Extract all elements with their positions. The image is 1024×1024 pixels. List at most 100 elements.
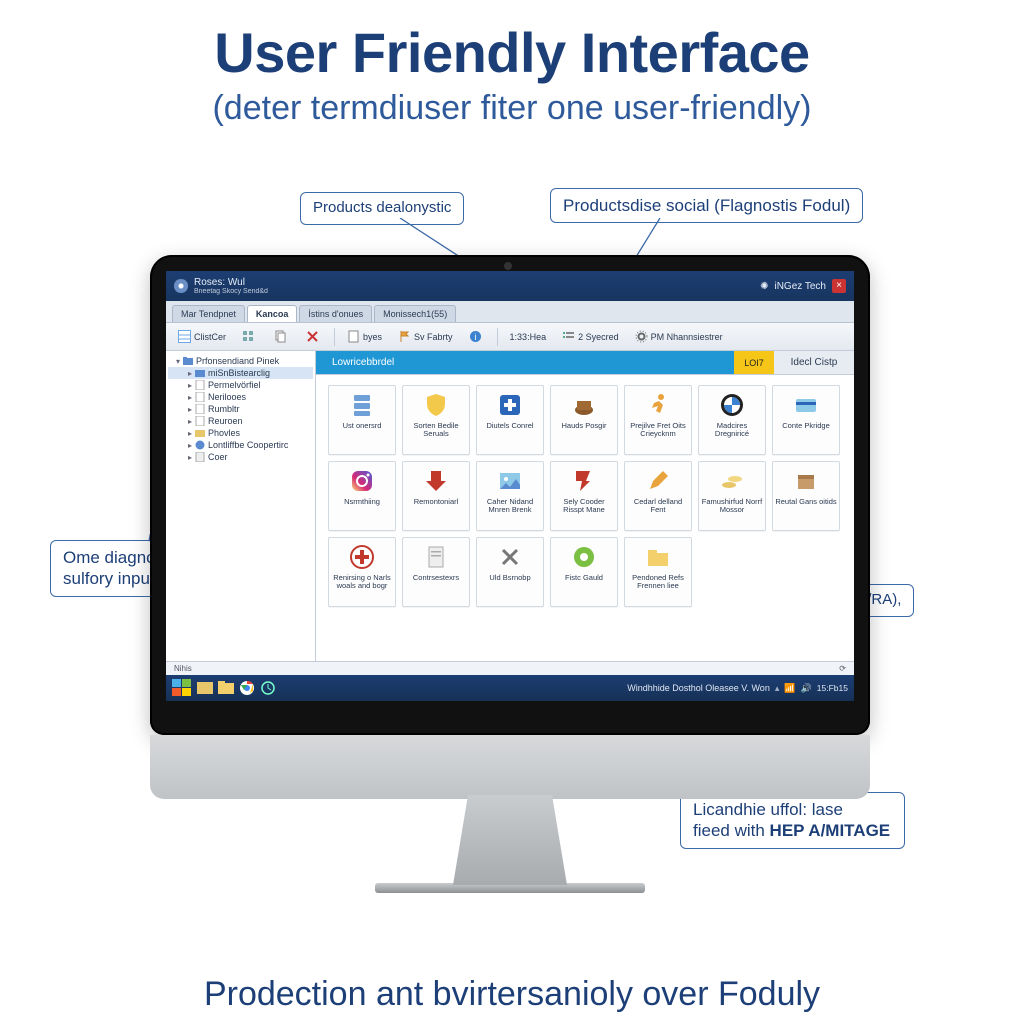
page-footer: Prodection ant bvirtersanioly over Fodul… — [0, 975, 1024, 1014]
card-label: Uld Bsrnobp — [489, 574, 530, 582]
app-card[interactable]: Renirsing o Narls woals and bogr — [328, 537, 396, 607]
app-card[interactable]: Fistc Gauld — [550, 537, 618, 607]
app-card[interactable]: Hauds Posgir — [550, 385, 618, 455]
app-card[interactable]: Contrsestexrs — [402, 537, 470, 607]
wifi-icon[interactable]: 📶 — [784, 683, 795, 694]
chrome-icon[interactable] — [239, 680, 255, 696]
app-tab[interactable]: İstins d'onues — [299, 305, 372, 322]
app-logo-icon — [174, 279, 188, 293]
bmw-icon — [718, 391, 746, 419]
tree-item[interactable]: ▸Nerilooes — [168, 391, 313, 403]
page-title: User Friendly Interface — [0, 20, 1024, 85]
app-tabbar: Mar TendpnetKancoaİstins d'onuesMonissec… — [166, 301, 854, 323]
toolbar-button[interactable]: ClistCer — [172, 327, 232, 346]
app-card[interactable]: Cedarl delland Fent — [624, 461, 692, 531]
volume-icon[interactable]: 🔊 — [801, 683, 812, 694]
page-subtitle: (deter termdiuser fiter one user-friendl… — [0, 89, 1024, 128]
app-card[interactable]: Prejilve Fret Oits Crieycknm — [624, 385, 692, 455]
refresh-icon[interactable]: ⟳ — [839, 664, 846, 673]
toolbar-button[interactable] — [268, 327, 296, 346]
main-tab-badge[interactable]: LOI7 — [734, 351, 774, 374]
app-card[interactable]: Remontoniarl — [402, 461, 470, 531]
app-tab[interactable]: Mar Tendpnet — [172, 305, 245, 322]
main-panel: Lowricebbrdel LOI7 Idecl Cistp Ust oners… — [316, 351, 854, 661]
app-tab[interactable]: Monissech1(55) — [374, 305, 456, 322]
app-card[interactable]: Conte Pkridge — [772, 385, 840, 455]
card-icon — [792, 391, 820, 419]
folder-y-icon — [644, 543, 672, 571]
main-tab-secondary[interactable]: Idecl Cistp — [774, 351, 854, 374]
taskbar-status-text: Windhhide Dosthol Oleasee V. Won — [627, 683, 770, 693]
tree-item[interactable]: ▸Lontliffbe Coopertirc — [168, 439, 313, 451]
app-tab[interactable]: Kancoa — [247, 305, 298, 322]
app-card[interactable]: Pendoned Refs Frennen liee — [624, 537, 692, 607]
tree-item[interactable]: ▸Permelvörfiel — [168, 379, 313, 391]
doc-icon — [195, 392, 205, 402]
webcam-icon — [504, 262, 512, 270]
insta-icon — [348, 467, 376, 495]
app-card[interactable]: Sely Cooder Risspt Mane — [550, 461, 618, 531]
main-tab-primary[interactable]: Lowricebbrdel — [316, 351, 734, 374]
runner-icon — [644, 391, 672, 419]
card-label: Conte Pkridge — [782, 422, 830, 430]
windows-taskbar: Windhhide Dosthol Oleasee V. Won ▴ 📶 🔊 1… — [166, 675, 854, 701]
app-card[interactable]: Diutels Conrel — [476, 385, 544, 455]
explorer-icon[interactable] — [197, 680, 213, 696]
coins-icon — [718, 467, 746, 495]
pen-icon — [644, 467, 672, 495]
toolbar-button[interactable] — [236, 327, 264, 346]
card-label: Renirsing o Narls woals and bogr — [331, 574, 393, 591]
tree-root[interactable]: ▾ Prfonsendiand Pinek — [168, 355, 313, 367]
app-screen: Roses: Wul Bneetag Skocy Send&d ✺ iNGez … — [166, 271, 854, 701]
tree-item[interactable]: ▸Reuroen — [168, 415, 313, 427]
folder-icon[interactable] — [218, 680, 234, 696]
toolbar-button[interactable]: PM Nhannsiestrer — [629, 327, 729, 346]
doc-g-icon — [422, 543, 450, 571]
app-card[interactable]: Caher Nidand Mnren Brenk — [476, 461, 544, 531]
page-icon — [195, 452, 205, 462]
arrow-red-icon — [570, 467, 598, 495]
pot-icon — [570, 391, 598, 419]
start-button-icon[interactable] — [172, 679, 192, 697]
monitor-mockup: Roses: Wul Bneetag Skocy Send&d ✺ iNGez … — [150, 255, 870, 893]
app-card[interactable]: Reutal Gans oitids — [772, 461, 840, 531]
toolbar-button[interactable]: 2 Syecred — [556, 327, 625, 346]
toolbar-button[interactable]: byes — [341, 327, 388, 346]
toolbar-button[interactable]: 1:33:Hea — [504, 329, 553, 345]
tree-item[interactable]: ▸miSnBistearclig — [168, 367, 313, 379]
app-card[interactable]: Sorten Bedile Seruals — [402, 385, 470, 455]
card-label: Nsrmthiing — [344, 498, 380, 506]
card-label: Contrsestexrs — [413, 574, 459, 582]
app-card[interactable]: Ust onersrd — [328, 385, 396, 455]
box-icon — [792, 467, 820, 495]
doc-icon — [195, 404, 205, 414]
app-card[interactable]: Famushirfud Norrf Mossor — [698, 461, 766, 531]
pic-icon — [496, 467, 524, 495]
info-icon: i — [469, 330, 482, 343]
app-card[interactable]: Nsrmthiing — [328, 461, 396, 531]
gear-icon[interactable]: ✺ — [760, 281, 768, 292]
clock-icon[interactable] — [260, 680, 276, 696]
tree-item[interactable]: ▸Coer — [168, 451, 313, 463]
table-icon — [178, 330, 191, 343]
toolbar-button[interactable] — [300, 327, 328, 346]
callout-top-right: Productsdise social (Flagnostis Fodul) — [550, 188, 863, 223]
taskbar-clock: 15:Fb15 — [817, 683, 848, 693]
doc-icon — [195, 380, 205, 390]
close-icon[interactable]: × — [832, 279, 846, 293]
card-label: Madcires Dregniricé — [701, 422, 763, 439]
card-label: Pendoned Refs Frennen liee — [627, 574, 689, 591]
app-card[interactable]: Uld Bsrnobp — [476, 537, 544, 607]
folder-icon — [183, 356, 193, 366]
app-card[interactable]: Madcires Dregniricé — [698, 385, 766, 455]
tree-item[interactable]: ▸Phovles — [168, 427, 313, 439]
folder-blue-icon — [195, 368, 205, 378]
toolbar-button[interactable]: Sv Fabrty — [392, 327, 459, 346]
copy-icon — [274, 330, 287, 343]
toolbar-button[interactable]: i — [463, 327, 491, 346]
card-grid: Ust onersrdSorten Bedile SerualsDiutels … — [316, 375, 854, 661]
cross-blue-icon — [496, 391, 524, 419]
grid-icon — [242, 330, 255, 343]
svg-text:i: i — [474, 332, 476, 342]
tree-item[interactable]: ▸Rumbltr — [168, 403, 313, 415]
